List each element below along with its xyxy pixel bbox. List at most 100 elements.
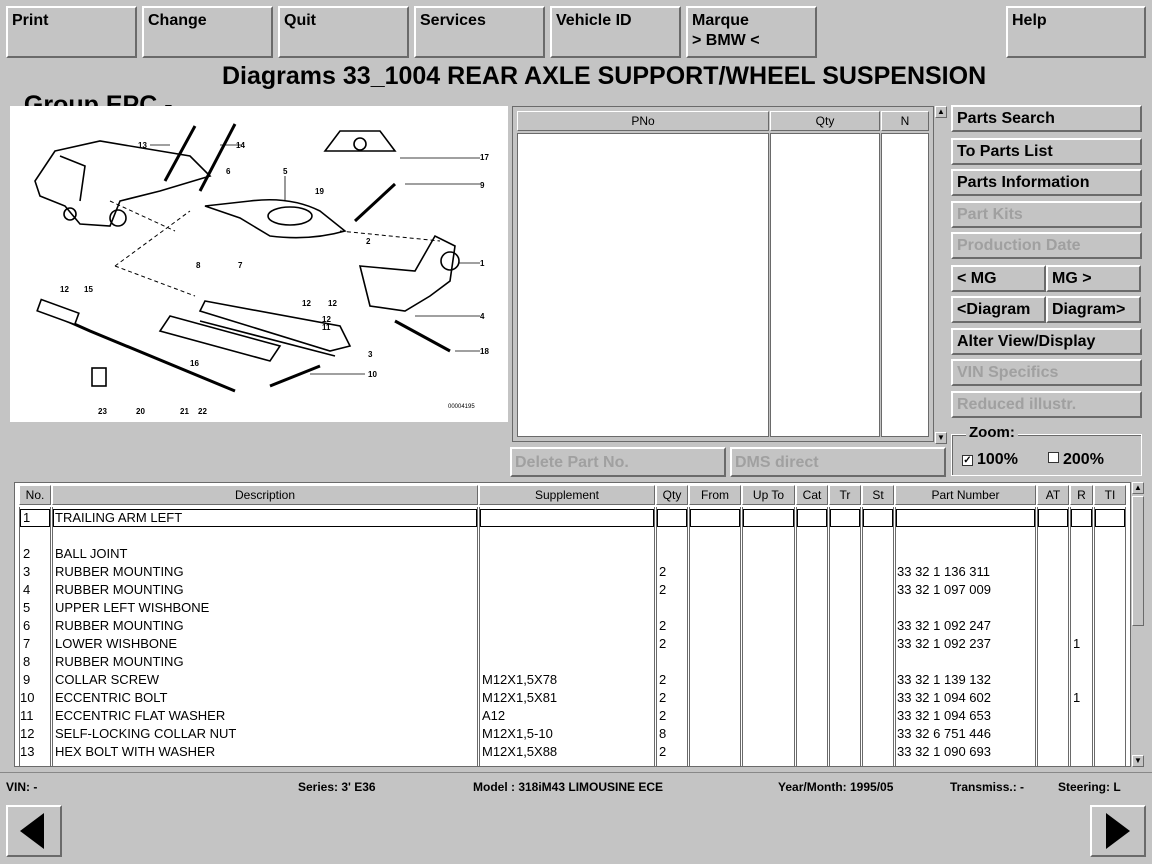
table-row[interactable]: 6 RUBBER MOUNTING 2 33 32 1 092 247 — [15, 617, 1130, 635]
zoom-200-checkbox[interactable] — [1048, 452, 1059, 463]
callout-11[interactable]: 11 — [322, 323, 331, 332]
production-date-button[interactable]: Production Date — [951, 232, 1142, 259]
next-diagram-button[interactable]: Diagram> — [1046, 296, 1141, 323]
delete-part-button[interactable]: Delete Part No. — [510, 447, 726, 477]
col-header-supplement[interactable]: Supplement — [479, 485, 655, 505]
zoom-200-option[interactable]: 200% — [1048, 451, 1104, 469]
table-row[interactable]: 7 LOWER WISHBONE 2 33 32 1 092 237 1 — [15, 635, 1130, 653]
parts-table-scrollbar[interactable]: ▲ ▼ — [1132, 482, 1145, 767]
vin-specifics-button[interactable]: VIN Specifics — [951, 359, 1142, 386]
col-header-upto[interactable]: Up To — [742, 485, 795, 505]
table-row[interactable]: 10 ECCENTRIC BOLT M12X1,5X81 2 33 32 1 0… — [15, 689, 1130, 707]
table-row[interactable]: 8 RUBBER MOUNTING — [15, 653, 1130, 671]
callout-12-a[interactable]: 12 — [60, 285, 69, 294]
callout-6[interactable]: 6 — [226, 167, 231, 176]
pno-column[interactable] — [517, 133, 769, 437]
suspension-illustration: 13 14 6 5 17 19 9 2 1 8 7 12 15 12 12 4 … — [34, 123, 489, 416]
parts-information-button[interactable]: Parts Information — [951, 169, 1142, 196]
callout-12-b[interactable]: 12 — [302, 299, 311, 308]
diagram-title: Diagrams 33_1004 REAR AXLE SUPPORT/WHEEL… — [222, 62, 987, 90]
callout-19[interactable]: 19 — [315, 187, 324, 196]
n-column[interactable] — [881, 133, 929, 437]
print-button[interactable]: Print — [6, 6, 137, 58]
quit-button[interactable]: Quit — [278, 6, 409, 58]
pno-scrollbar[interactable]: ▲ ▼ — [935, 106, 948, 444]
row-qty: 2 — [659, 744, 667, 759]
table-row[interactable]: 2 BALL JOINT — [15, 545, 1130, 563]
callout-1[interactable]: 1 — [480, 259, 485, 268]
callout-5[interactable]: 5 — [283, 167, 288, 176]
n-header[interactable]: N — [881, 111, 929, 131]
alter-view-button[interactable]: Alter View/Display — [951, 328, 1142, 355]
prev-mg-button[interactable]: < MG — [951, 265, 1046, 292]
callout-15[interactable]: 15 — [84, 285, 93, 294]
col-header-qty[interactable]: Qty — [656, 485, 688, 505]
part-kits-button[interactable]: Part Kits — [951, 201, 1142, 228]
col-header-part-number[interactable]: Part Number — [895, 485, 1036, 505]
next-mg-button[interactable]: MG > — [1046, 265, 1141, 292]
table-scroll-down-icon[interactable]: ▼ — [1132, 755, 1144, 767]
col-header-no[interactable]: No. — [19, 485, 51, 505]
table-row[interactable]: 11 ECCENTRIC FLAT WASHER A12 2 33 32 1 0… — [15, 707, 1130, 725]
table-row[interactable]: 3 RUBBER MOUNTING 2 33 32 1 136 311 — [15, 563, 1130, 581]
zoom-100-option[interactable]: ✓ 100% — [962, 451, 1018, 469]
reduced-illustr-button[interactable]: Reduced illustr. — [951, 391, 1142, 418]
callout-14[interactable]: 14 — [236, 141, 245, 150]
callout-17[interactable]: 17 — [480, 153, 489, 162]
table-row[interactable]: 13 HEX BOLT WITH WASHER M12X1,5X88 2 33 … — [15, 743, 1130, 761]
col-header-ti[interactable]: TI — [1094, 485, 1126, 505]
table-scroll-thumb[interactable] — [1132, 496, 1144, 626]
callout-23[interactable]: 23 — [98, 407, 107, 416]
col-header-cat[interactable]: Cat — [796, 485, 828, 505]
marque-button[interactable]: Marque > BMW < — [686, 6, 817, 58]
callout-20[interactable]: 20 — [136, 407, 145, 416]
callout-10[interactable]: 10 — [368, 370, 377, 379]
parts-diagram[interactable]: 13 14 6 5 17 19 9 2 1 8 7 12 15 12 12 4 … — [10, 106, 508, 422]
pno-header[interactable]: PNo — [517, 111, 769, 131]
col-header-description[interactable]: Description — [52, 485, 478, 505]
col-header-st[interactable]: St — [862, 485, 894, 505]
callout-12-c[interactable]: 12 — [328, 299, 337, 308]
callout-13[interactable]: 13 — [138, 141, 147, 150]
qty-header[interactable]: Qty — [770, 111, 880, 131]
scroll-down-icon[interactable]: ▼ — [935, 432, 947, 444]
callout-22[interactable]: 22 — [198, 407, 207, 416]
callout-3[interactable]: 3 — [368, 350, 373, 359]
callout-8[interactable]: 8 — [196, 261, 201, 270]
row-no: 4 — [23, 582, 31, 597]
table-row[interactable]: 4 RUBBER MOUNTING 2 33 32 1 097 009 — [15, 581, 1130, 599]
col-header-tr[interactable]: Tr — [829, 485, 861, 505]
change-button[interactable]: Change — [142, 6, 273, 58]
to-parts-list-button[interactable]: To Parts List — [951, 138, 1142, 165]
vehicle-id-button[interactable]: Vehicle ID — [550, 6, 681, 58]
col-header-at[interactable]: AT — [1037, 485, 1069, 505]
dms-direct-button[interactable]: DMS direct — [730, 447, 946, 477]
col-header-r[interactable]: R — [1070, 485, 1093, 505]
zoom-100-checkbox[interactable]: ✓ — [962, 455, 973, 466]
callout-4[interactable]: 4 — [480, 312, 485, 321]
qty-column[interactable] — [770, 133, 880, 437]
callout-16[interactable]: 16 — [190, 359, 199, 368]
forward-button[interactable] — [1090, 805, 1146, 857]
services-button[interactable]: Services — [414, 6, 545, 58]
back-button[interactable] — [6, 805, 62, 857]
callout-21[interactable]: 21 — [180, 407, 189, 416]
table-row[interactable]: 12 SELF-LOCKING COLLAR NUT M12X1,5-10 8 … — [15, 725, 1130, 743]
row-qty: 2 — [659, 564, 667, 579]
callout-7[interactable]: 7 — [238, 261, 243, 270]
help-button[interactable]: Help — [1006, 6, 1146, 58]
scroll-up-icon[interactable]: ▲ — [935, 106, 947, 118]
col-header-from[interactable]: From — [689, 485, 741, 505]
parts-table[interactable]: No. Description Supplement Qty From Up T… — [14, 482, 1131, 767]
table-row[interactable]: 1 TRAILING ARM LEFT — [15, 509, 1130, 527]
callout-9[interactable]: 9 — [480, 181, 485, 190]
callout-18[interactable]: 18 — [480, 347, 489, 356]
table-scroll-up-icon[interactable]: ▲ — [1132, 482, 1144, 494]
table-row[interactable]: 9 COLLAR SCREW M12X1,5X78 2 33 32 1 139 … — [15, 671, 1130, 689]
parts-search-button[interactable]: Parts Search — [951, 105, 1142, 132]
table-row[interactable]: 5 UPPER LEFT WISHBONE — [15, 599, 1130, 617]
callout-2[interactable]: 2 — [366, 237, 371, 246]
row-supplement: M12X1,5X81 — [482, 690, 558, 705]
row-qty: 2 — [659, 708, 667, 723]
prev-diagram-button[interactable]: <Diagram — [951, 296, 1046, 323]
